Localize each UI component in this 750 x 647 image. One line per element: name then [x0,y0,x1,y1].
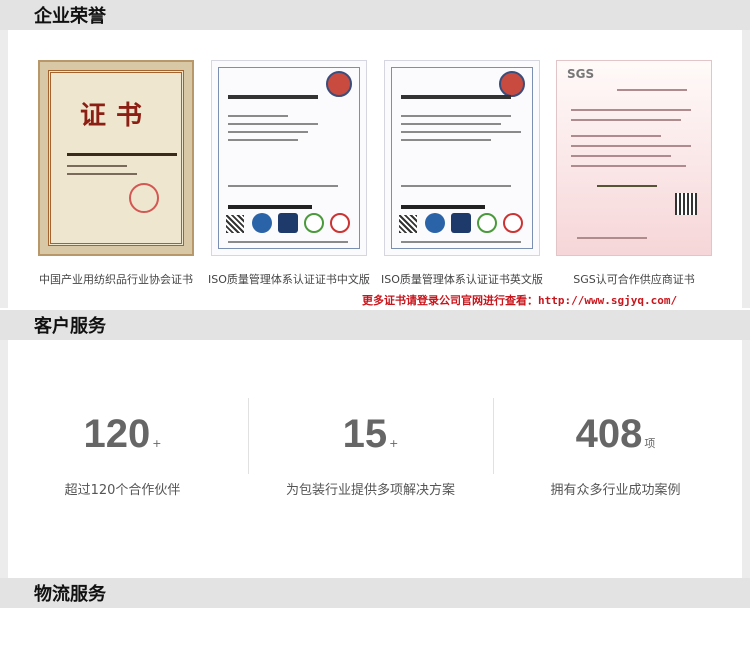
stat-label-solutions: 为包装行业提供多项解决方案 [285,483,455,498]
stat-value: 408 [575,412,643,456]
section-header-honor: 企业荣誉 [0,0,750,30]
certificate-image-2[interactable] [211,60,367,256]
section-title-honor: 企业荣誉 [34,6,106,27]
stat-label-cases: 拥有众多行业成功案例 [550,483,681,498]
certificate-image-1[interactable]: 证书 [38,60,194,256]
stat-solutions: 15 + [248,412,493,457]
section-header-service: 客户服务 [0,310,750,340]
certificate-title: 证书 [79,101,152,131]
section-title-logistics: 物流服务 [34,584,106,605]
stat-value: 15 [342,412,388,456]
certificate-image-4[interactable]: SGS [556,60,712,256]
stat-label-partners: 超过120个合作伙伴 [64,483,181,498]
certificate-caption-4: SGS认可合作供应商证书 [573,273,695,286]
stat-suffix: + [152,437,162,450]
certificate-caption-1: 中国产业用纺织品行业协会证书 [39,273,193,286]
certificate-caption-2: ISO质量管理体系认证证书中文版 [208,273,370,286]
stat-partners: 120 + [0,412,245,457]
stat-value: 120 [83,412,151,456]
stat-cases: 408 项 [493,412,738,457]
logo-icon [326,71,352,97]
section-title-service: 客户服务 [34,316,106,337]
certificate-caption-3: ISO质量管理体系认证证书英文版 [381,273,543,286]
certificate-image-3[interactable] [384,60,540,256]
qr-code-icon [675,193,697,215]
stat-suffix: + [389,437,399,450]
stat-suffix: 项 [644,437,656,450]
sgs-logo: SGS [567,67,595,81]
seal-icon [129,183,159,213]
service-panel [8,340,742,578]
more-certificates-link[interactable]: 更多证书请登录公司官网进行查看：http://www.sgjyq.com/ [362,292,677,308]
logo-icon [499,71,525,97]
section-header-logistics: 物流服务 [0,578,750,608]
